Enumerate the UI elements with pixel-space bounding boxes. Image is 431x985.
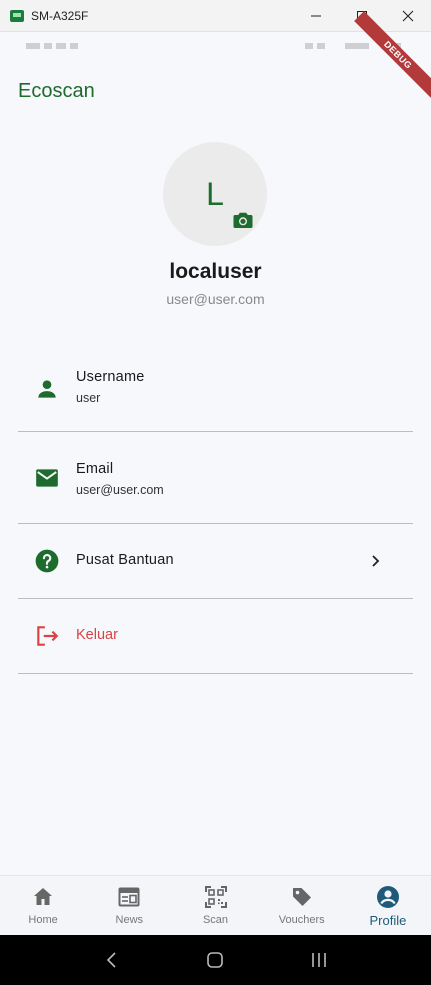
android-status-bar: [0, 32, 431, 60]
username-label: Username: [76, 369, 145, 385]
close-icon: [402, 10, 414, 21]
minimize-icon: [311, 15, 321, 16]
logout-text: Keluar: [76, 627, 118, 643]
nav-news[interactable]: News: [86, 876, 172, 936]
mail-icon: [36, 469, 58, 487]
help-center-label: Pusat Bantuan: [76, 552, 174, 568]
home-circle-icon: [207, 952, 224, 968]
android-navigation-bar: [0, 935, 431, 985]
close-window-button[interactable]: [385, 0, 431, 31]
username-row: Username user: [18, 355, 413, 431]
app-title: Ecoscan: [18, 80, 95, 102]
nav-home[interactable]: Home: [0, 876, 86, 936]
home-icon: [34, 888, 53, 905]
nav-vouchers[interactable]: Vouchers: [259, 876, 345, 936]
account-circle-icon: [376, 886, 399, 908]
nav-profile-label: Profile: [369, 913, 407, 928]
bottom-navigation: Home News Scan Vouchers Profile: [0, 875, 431, 936]
email-row: Email user@user.com: [18, 447, 413, 523]
help-center-row[interactable]: Pusat Bantuan: [18, 524, 413, 598]
chevron-right-icon: [372, 555, 380, 567]
avatar[interactable]: L: [163, 142, 267, 246]
logout-row[interactable]: Keluar: [18, 599, 413, 673]
email-value: user@user.com: [76, 483, 164, 497]
help-icon: [35, 549, 59, 573]
profile-email: user@user.com: [166, 291, 265, 307]
emulator-app-icon: [10, 9, 24, 22]
logout-label: Keluar: [76, 627, 118, 643]
username-value: user: [76, 391, 101, 405]
tag-icon: [292, 888, 311, 906]
email-label: Email: [76, 461, 114, 477]
minimize-button[interactable]: [293, 0, 339, 31]
avatar-initial: L: [206, 175, 224, 212]
emulator-window-title: SM-A325F: [31, 8, 89, 23]
back-button[interactable]: [100, 948, 124, 972]
qr-scan-icon: [204, 886, 227, 908]
nav-scan[interactable]: Scan: [172, 876, 258, 936]
notification-icons: [26, 43, 78, 49]
divider: [18, 673, 413, 674]
profile-name: localuser: [169, 260, 262, 283]
camera-icon[interactable]: [231, 208, 255, 232]
nav-news-label: News: [115, 914, 144, 926]
news-icon: [118, 887, 140, 907]
email-text: Email user@user.com: [76, 461, 164, 497]
back-icon: [106, 952, 116, 968]
nav-scan-label: Scan: [202, 914, 229, 926]
nav-vouchers-label: Vouchers: [278, 914, 325, 926]
person-icon: [38, 380, 56, 398]
help-center-text: Pusat Bantuan: [76, 552, 174, 568]
home-button[interactable]: [203, 948, 227, 972]
status-left-icons: [26, 41, 86, 51]
nav-home-label: Home: [28, 914, 58, 926]
nav-profile[interactable]: Profile: [345, 876, 431, 936]
recents-button[interactable]: [307, 948, 331, 972]
logout-icon: [37, 626, 59, 646]
divider: [18, 431, 413, 432]
recents-icon: [312, 953, 326, 967]
username-text: Username user: [76, 369, 145, 405]
